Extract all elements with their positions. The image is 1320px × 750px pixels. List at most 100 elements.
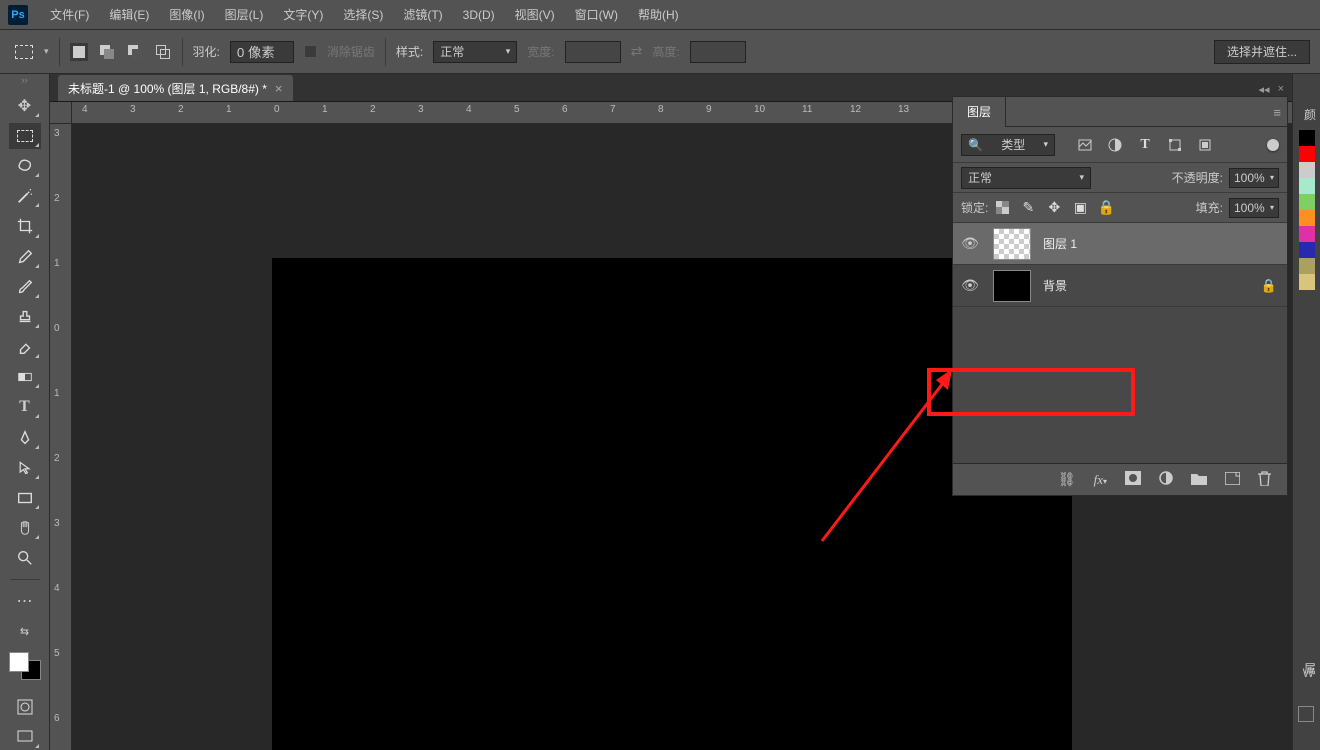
ruler-tick: 3 xyxy=(54,128,60,139)
menu-view[interactable]: 视图(V) xyxy=(507,2,563,27)
color-swatch-item[interactable] xyxy=(1299,146,1315,162)
menu-window[interactable]: 窗口(W) xyxy=(567,2,626,27)
rectangle-tool[interactable] xyxy=(9,485,41,511)
menu-edit[interactable]: 编辑(E) xyxy=(101,2,157,27)
menu-help[interactable]: 帮助(H) xyxy=(630,2,687,27)
filter-shape-icon[interactable] xyxy=(1167,137,1183,153)
color-swatch-item[interactable] xyxy=(1299,130,1315,146)
add-mask-icon[interactable] xyxy=(1125,471,1141,488)
layer-thumbnail[interactable] xyxy=(993,228,1031,260)
zoom-tool[interactable] xyxy=(9,545,41,571)
selection-new-icon[interactable] xyxy=(70,43,88,61)
menu-select[interactable]: 选择(S) xyxy=(335,2,391,27)
stamp-tool[interactable] xyxy=(9,304,41,330)
tool-preset-dropdown-icon[interactable]: ▾ xyxy=(44,46,49,57)
opacity-input[interactable]: 100%▾ xyxy=(1229,168,1279,188)
menu-type[interactable]: 文字(Y) xyxy=(275,2,331,27)
link-layers-icon[interactable]: ⛓ xyxy=(1058,471,1076,488)
selection-intersect-icon[interactable] xyxy=(154,43,172,61)
color-swatch[interactable] xyxy=(9,652,41,680)
menu-layer[interactable]: 图层(L) xyxy=(217,2,272,27)
close-tab-icon[interactable]: × xyxy=(275,81,283,96)
ruler-tick: 2 xyxy=(54,193,60,204)
quickmask-icon[interactable] xyxy=(9,694,41,720)
blend-mode-select[interactable]: 正常▾ xyxy=(961,167,1091,189)
document-tab[interactable]: 未标题-1 @ 100% (图层 1, RGB/8#) * × xyxy=(58,75,293,101)
lock-pixels-icon[interactable]: ✎ xyxy=(1020,200,1036,216)
path-selection-tool[interactable] xyxy=(9,455,41,481)
collapse-panel-icon[interactable]: ◂◂ xyxy=(1259,83,1270,96)
color-panel-tab[interactable]: 颜 xyxy=(1304,106,1316,123)
magic-wand-tool[interactable] xyxy=(9,183,41,209)
color-swatch-item[interactable] xyxy=(1299,274,1315,290)
visibility-toggle-icon[interactable]: 👁 xyxy=(953,235,987,252)
layers-tab[interactable]: 图层 xyxy=(953,97,1006,127)
color-swatch-item[interactable] xyxy=(1299,162,1315,178)
ruler-tick: 2 xyxy=(370,104,376,115)
antialias-checkbox xyxy=(304,45,317,58)
screenmode-icon[interactable] xyxy=(9,724,41,750)
style-select[interactable]: 正常▾ xyxy=(433,41,517,63)
menu-filter[interactable]: 滤镜(T) xyxy=(395,2,450,27)
layer-thumbnail[interactable] xyxy=(993,270,1031,302)
color-swatch-item[interactable] xyxy=(1299,242,1315,258)
filter-adjustment-icon[interactable] xyxy=(1107,137,1123,153)
lock-artboard-icon[interactable]: ▣ xyxy=(1072,200,1088,216)
close-panel-icon[interactable]: × xyxy=(1278,83,1284,95)
toolbar-grip-icon[interactable]: ›› xyxy=(0,74,49,86)
fill-input[interactable]: 100%▾ xyxy=(1229,198,1279,218)
new-group-icon[interactable] xyxy=(1191,472,1207,488)
panel-icon[interactable] xyxy=(1298,706,1314,722)
gradient-tool[interactable] xyxy=(9,364,41,390)
color-swatch-item[interactable] xyxy=(1299,194,1315,210)
color-swatch-item[interactable] xyxy=(1299,210,1315,226)
edit-toolbar-icon[interactable]: ⋯ xyxy=(9,588,41,614)
layer-name[interactable]: 图层 1 xyxy=(1043,235,1077,252)
vertical-ruler[interactable]: 3210123456789 xyxy=(50,124,72,750)
layer-filter-select[interactable]: 🔍类型▾ xyxy=(961,134,1055,156)
eyedropper-tool[interactable] xyxy=(9,244,41,270)
feather-input[interactable] xyxy=(230,41,294,63)
menu-3d[interactable]: 3D(D) xyxy=(455,4,503,26)
visibility-toggle-icon[interactable]: 👁 xyxy=(953,277,987,294)
lock-transparency-icon[interactable] xyxy=(994,200,1010,216)
filter-type-icon[interactable]: T xyxy=(1137,137,1153,153)
swap-colors-icon[interactable]: ⇆ xyxy=(9,618,41,644)
ruler-tick: 2 xyxy=(54,453,60,464)
lock-position-icon[interactable]: ✥ xyxy=(1046,200,1062,216)
move-tool[interactable]: ✥ xyxy=(9,93,41,119)
hand-tool[interactable] xyxy=(9,515,41,541)
selection-add-icon[interactable] xyxy=(98,43,116,61)
current-tool-icon[interactable] xyxy=(10,38,38,66)
select-and-mask-button[interactable]: 选择并遮住... xyxy=(1214,40,1310,64)
layer-name[interactable]: 背景 xyxy=(1043,277,1067,294)
new-layer-icon[interactable] xyxy=(1225,472,1240,488)
pen-tool[interactable] xyxy=(9,424,41,450)
color-swatch-item[interactable] xyxy=(1299,226,1315,242)
brush-tool[interactable] xyxy=(9,274,41,300)
color-swatch-item[interactable] xyxy=(1299,178,1315,194)
type-tool[interactable]: T xyxy=(9,394,41,420)
menu-file[interactable]: 文件(F) xyxy=(42,2,97,27)
filter-pixel-icon[interactable] xyxy=(1077,137,1093,153)
eraser-tool[interactable] xyxy=(9,334,41,360)
layer-row[interactable]: 👁 背景 🔒 xyxy=(953,265,1287,307)
menu-image[interactable]: 图像(I) xyxy=(161,2,212,27)
filter-smart-icon[interactable] xyxy=(1197,137,1213,153)
ruler-tick: 1 xyxy=(54,258,60,269)
lasso-tool[interactable] xyxy=(9,153,41,179)
color-swatch-item[interactable] xyxy=(1299,258,1315,274)
height-input xyxy=(690,41,746,63)
marquee-tool[interactable] xyxy=(9,123,41,149)
selection-subtract-icon[interactable] xyxy=(126,43,144,61)
filter-toggle[interactable] xyxy=(1267,139,1279,151)
delete-layer-icon[interactable] xyxy=(1258,471,1271,489)
panel-menu-icon[interactable]: ≡ xyxy=(1273,105,1281,120)
new-adjustment-icon[interactable] xyxy=(1159,471,1173,488)
layer-fx-icon[interactable]: fx▾ xyxy=(1094,472,1107,488)
panel-tab-w[interactable]: W xyxy=(1303,666,1314,680)
lock-all-icon[interactable]: 🔒 xyxy=(1098,200,1114,216)
layer-row[interactable]: 👁 图层 1 xyxy=(953,223,1287,265)
crop-tool[interactable] xyxy=(9,213,41,239)
options-bar: ▾ 羽化: 消除锯齿 样式: 正常▾ 宽度: ⇄ 高度: 选择并遮住... xyxy=(0,30,1320,74)
